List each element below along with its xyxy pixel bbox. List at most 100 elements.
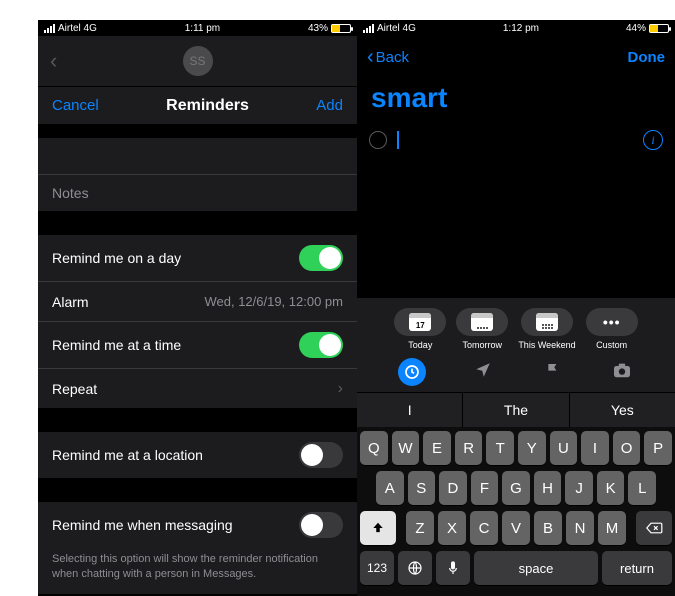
chip-weekend[interactable]: This Weekend bbox=[518, 308, 575, 350]
key-h[interactable]: H bbox=[534, 471, 562, 505]
toggle-remind-messaging[interactable] bbox=[299, 512, 343, 538]
key-s[interactable]: S bbox=[408, 471, 436, 505]
key-f[interactable]: F bbox=[471, 471, 499, 505]
back-chevron-icon[interactable]: ‹ bbox=[50, 48, 57, 74]
modal-title: Reminders bbox=[166, 97, 249, 115]
new-reminder-row[interactable]: i bbox=[357, 124, 675, 156]
cancel-button[interactable]: Cancel bbox=[52, 97, 99, 114]
status-time: 1:12 pm bbox=[503, 23, 539, 34]
key-i[interactable]: I bbox=[581, 431, 609, 465]
key-l[interactable]: L bbox=[628, 471, 656, 505]
key-m[interactable]: M bbox=[598, 511, 626, 545]
quick-date-chips: 17Today Tomorrow This Weekend •••Custom bbox=[357, 298, 675, 352]
flag-icon[interactable] bbox=[541, 358, 565, 382]
calendar-icon: 17 bbox=[409, 313, 431, 331]
key-a[interactable]: A bbox=[376, 471, 404, 505]
row-remind-location[interactable]: Remind me at a location bbox=[38, 432, 357, 478]
add-button[interactable]: Add bbox=[316, 97, 343, 114]
key-row-3: ZXCVBNM bbox=[360, 511, 672, 545]
battery-icon bbox=[649, 24, 669, 33]
key-b[interactable]: B bbox=[534, 511, 562, 545]
phone-reminder-edit: Airtel 4G 1:11 pm 43% ‹ SS Cancel Remind… bbox=[38, 20, 357, 596]
signal-icon bbox=[363, 24, 374, 33]
chip-custom[interactable]: •••Custom bbox=[586, 308, 638, 350]
chip-today[interactable]: 17Today bbox=[394, 308, 446, 350]
calendar-icon bbox=[536, 313, 558, 331]
carrier-label: Airtel 4G bbox=[58, 23, 97, 34]
status-bar: Airtel 4G 1:12 pm 44% bbox=[357, 20, 675, 36]
key-row-1: QWERTYUIOP bbox=[360, 431, 672, 465]
numbers-key[interactable]: 123 bbox=[360, 551, 394, 585]
key-k[interactable]: K bbox=[597, 471, 625, 505]
ellipsis-icon: ••• bbox=[603, 314, 621, 330]
title-bar: ‹ SS bbox=[38, 36, 357, 86]
prediction[interactable]: I bbox=[357, 393, 463, 427]
key-n[interactable]: N bbox=[566, 511, 594, 545]
key-row-4: 123 space return bbox=[360, 551, 672, 585]
signal-icon bbox=[44, 24, 55, 33]
modal-nav: Cancel Reminders Add bbox=[38, 86, 357, 124]
key-o[interactable]: O bbox=[613, 431, 641, 465]
key-p[interactable]: P bbox=[644, 431, 672, 465]
toggle-remind-time[interactable] bbox=[299, 332, 343, 358]
messaging-description: Selecting this option will show the remi… bbox=[38, 548, 357, 594]
return-key[interactable]: return bbox=[602, 551, 672, 585]
checkbox-icon[interactable] bbox=[369, 131, 387, 149]
battery-percent: 44% bbox=[626, 23, 646, 34]
alarm-value: Wed, 12/6/19, 12:00 pm bbox=[204, 294, 343, 309]
key-y[interactable]: Y bbox=[518, 431, 546, 465]
row-remind-messaging[interactable]: Remind me when messaging bbox=[38, 502, 357, 548]
chevron-left-icon: ‹ bbox=[367, 46, 374, 69]
key-r[interactable]: R bbox=[455, 431, 483, 465]
battery-icon bbox=[331, 24, 351, 33]
time-icon[interactable] bbox=[398, 358, 426, 386]
key-v[interactable]: V bbox=[502, 511, 530, 545]
notes-field[interactable]: Notes bbox=[38, 174, 357, 211]
key-u[interactable]: U bbox=[550, 431, 578, 465]
chevron-right-icon: › bbox=[338, 380, 343, 398]
key-x[interactable]: X bbox=[438, 511, 466, 545]
text-cursor bbox=[397, 131, 399, 149]
phone-new-reminder: Airtel 4G 1:12 pm 44% ‹Back Done smart i… bbox=[357, 20, 675, 596]
row-remind-day[interactable]: Remind me on a day bbox=[38, 235, 357, 281]
key-row-2: ASDFGHJKL bbox=[360, 471, 672, 505]
location-icon[interactable] bbox=[471, 358, 495, 382]
key-q[interactable]: Q bbox=[360, 431, 388, 465]
key-z[interactable]: Z bbox=[406, 511, 434, 545]
key-t[interactable]: T bbox=[486, 431, 514, 465]
globe-key[interactable] bbox=[398, 551, 432, 585]
toggle-remind-location[interactable] bbox=[299, 442, 343, 468]
status-bar: Airtel 4G 1:11 pm 43% bbox=[38, 20, 357, 36]
info-icon[interactable]: i bbox=[643, 130, 663, 150]
space-key[interactable]: space bbox=[474, 551, 598, 585]
backspace-key[interactable] bbox=[636, 511, 672, 545]
back-button[interactable]: ‹Back bbox=[367, 46, 409, 69]
key-c[interactable]: C bbox=[470, 511, 498, 545]
camera-icon[interactable] bbox=[610, 358, 634, 382]
row-repeat[interactable]: Repeat › bbox=[38, 368, 357, 408]
prediction[interactable]: Yes bbox=[570, 393, 675, 427]
prediction[interactable]: The bbox=[463, 393, 569, 427]
key-d[interactable]: D bbox=[439, 471, 467, 505]
row-remind-time[interactable]: Remind me at a time bbox=[38, 321, 357, 368]
title-field[interactable] bbox=[38, 138, 357, 174]
keyboard-area: 17Today Tomorrow This Weekend •••Custom … bbox=[357, 298, 675, 596]
carrier-label: Airtel 4G bbox=[377, 23, 416, 34]
key-w[interactable]: W bbox=[392, 431, 420, 465]
battery-percent: 43% bbox=[308, 23, 328, 34]
key-j[interactable]: J bbox=[565, 471, 593, 505]
chip-tomorrow[interactable]: Tomorrow bbox=[456, 308, 508, 350]
predictive-text: I The Yes bbox=[357, 392, 675, 427]
shift-key[interactable] bbox=[360, 511, 396, 545]
toggle-remind-day[interactable] bbox=[299, 245, 343, 271]
list-title: smart bbox=[357, 78, 675, 124]
key-e[interactable]: E bbox=[423, 431, 451, 465]
nav-bar: ‹Back Done bbox=[357, 36, 675, 78]
done-button[interactable]: Done bbox=[628, 49, 666, 66]
avatar[interactable]: SS bbox=[183, 46, 213, 76]
key-g[interactable]: G bbox=[502, 471, 530, 505]
row-alarm[interactable]: Alarm Wed, 12/6/19, 12:00 pm bbox=[38, 281, 357, 321]
mic-key[interactable] bbox=[436, 551, 470, 585]
status-time: 1:11 pm bbox=[185, 23, 220, 34]
calendar-icon bbox=[471, 313, 493, 331]
